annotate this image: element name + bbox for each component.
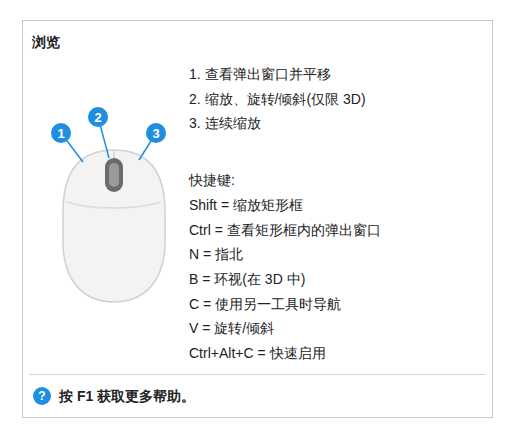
shortcut-item: Shift = 缩放矩形框: [189, 193, 381, 218]
svg-text:2: 2: [94, 110, 101, 125]
callout-badge: 3: [139, 123, 166, 160]
shortcut-item: B = 环视(在 3D 中): [189, 267, 381, 292]
svg-text:1: 1: [57, 126, 64, 141]
action-item: 3. 连续缩放: [189, 111, 381, 136]
action-list: 1. 查看弹出窗口并平移2. 缩放、旋转/倾斜(仅限 3D)3. 连续缩放: [189, 62, 381, 136]
divider: [29, 374, 486, 375]
mouse-icon: 1 2 3: [31, 62, 197, 312]
shortcut-item: V = 旋转/倾斜: [189, 316, 381, 341]
shortcut-item: C = 使用另一工具时导航: [189, 292, 381, 317]
shortcut-list: Shift = 缩放矩形框Ctrl = 查看矩形框内的弹出窗口N = 指北B =…: [189, 193, 381, 366]
action-item: 2. 缩放、旋转/倾斜(仅限 3D): [189, 87, 381, 112]
panel-title: 浏览: [23, 21, 492, 52]
help-icon: ?: [33, 387, 51, 405]
shortcut-item: Ctrl = 查看矩形框内的弹出窗口: [189, 218, 381, 243]
callout-badge: 2: [88, 107, 109, 158]
shortcut-heading: 快捷键:: [189, 168, 381, 193]
svg-text:3: 3: [152, 126, 159, 141]
help-text: 按 F1 获取更多帮助。: [59, 386, 195, 406]
callout-badge: 1: [51, 123, 83, 162]
help-row[interactable]: ? 按 F1 获取更多帮助。: [23, 375, 492, 417]
navigation-panel: 浏览 1 2 3 1. 查看弹出窗口并平移2. 缩放、旋转/倾斜(仅限 3D)3. 连续…: [22, 20, 493, 418]
action-item: 1. 查看弹出窗口并平移: [189, 62, 381, 87]
shortcut-item: Ctrl+Alt+C = 快速启用: [189, 341, 381, 366]
shortcut-item: N = 指北: [189, 242, 381, 267]
